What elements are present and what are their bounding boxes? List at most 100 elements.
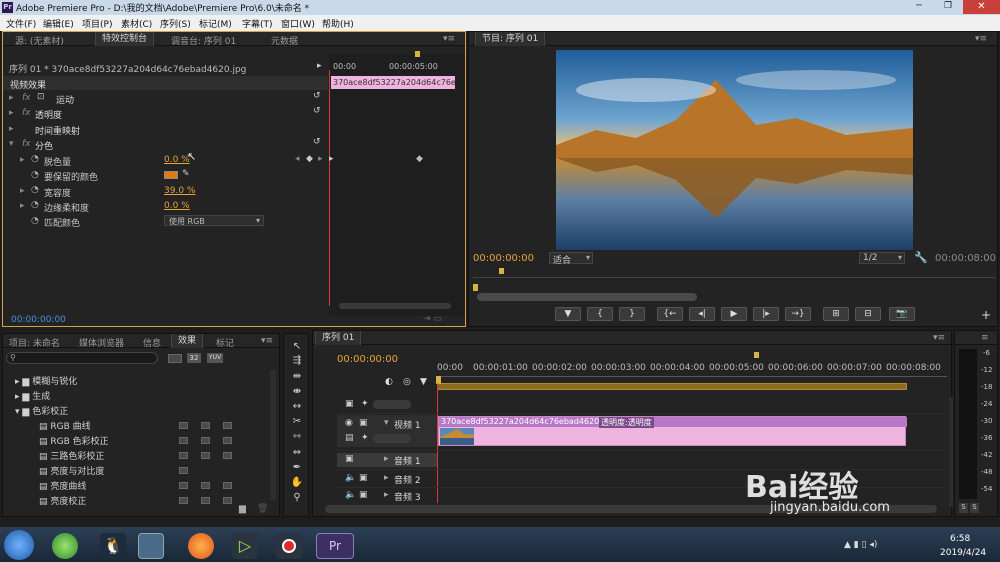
solo-left-button[interactable]: S xyxy=(959,503,968,513)
keyframe-icon[interactable]: ◆ xyxy=(416,154,423,164)
effect-opacity[interactable]: 透明度 xyxy=(35,108,62,121)
match-colors-dropdown[interactable]: 使用 RGB ▾ xyxy=(164,215,264,226)
menu-clip[interactable]: 素材(C) xyxy=(121,17,152,30)
expand-icon[interactable]: ▸ xyxy=(384,473,389,483)
expand-param-icon[interactable]: ▸ xyxy=(20,201,25,211)
sync-lock-icon[interactable]: ▣ xyxy=(345,399,354,409)
program-time-ruler[interactable] xyxy=(473,268,995,278)
reset-motion-icon[interactable]: ↺ xyxy=(313,91,321,101)
speaker-icon[interactable]: 🔈 xyxy=(345,490,356,500)
tab-metadata[interactable]: 元数据 xyxy=(271,34,298,47)
set-marker-icon[interactable]: ◎ xyxy=(403,377,411,387)
work-area-marker-icon[interactable] xyxy=(499,268,504,274)
expand-time-remap-icon[interactable]: ▸ xyxy=(9,124,14,134)
panel-menu-icon[interactable]: ▾≡ xyxy=(261,336,273,346)
folder-blur-sharpen[interactable]: ▸ ▆ 模糊与锐化 xyxy=(15,374,77,387)
fx-icon[interactable]: fx xyxy=(22,108,31,118)
expand-icon[interactable]: ▸ xyxy=(384,490,389,500)
panel-menu-icon[interactable]: ≡ xyxy=(981,333,989,343)
param-tolerance-value[interactable]: 39.0 % xyxy=(164,186,195,196)
premiere-taskbar-icon[interactable]: Pr xyxy=(316,533,354,559)
close-button[interactable]: ✕ xyxy=(963,0,1000,14)
expand-icon[interactable]: ▸ xyxy=(384,454,389,464)
work-area-bar[interactable] xyxy=(437,383,907,390)
tray-icons[interactable]: ▲ ▮ ▯ ◂) xyxy=(844,540,877,550)
accelerated-effects-icon[interactable] xyxy=(168,354,182,363)
delete-icon[interactable]: 🗑 xyxy=(257,504,268,514)
color-swatch[interactable] xyxy=(164,171,178,179)
playhead-marker-icon[interactable] xyxy=(473,284,478,291)
keyframe-icon[interactable]: ▸ xyxy=(329,154,334,164)
keyframe-nav[interactable] xyxy=(373,434,411,443)
effect-item[interactable]: ▤ RGB 色彩校正 xyxy=(39,434,109,447)
clock-time[interactable]: 6:58 xyxy=(950,534,970,544)
clip-fx-dropdown[interactable]: 透明度:透明度 xyxy=(599,417,654,428)
extract-button[interactable]: ⊟ xyxy=(855,307,881,321)
menu-project[interactable]: 项目(P) xyxy=(82,17,112,30)
timeline-ruler[interactable]: 00:00 00:00:01:00 00:00:02:00 00:00:03:0… xyxy=(437,361,947,377)
menu-marker[interactable]: 标记(M) xyxy=(199,17,232,30)
browser-360-icon[interactable] xyxy=(52,533,78,559)
menu-title[interactable]: 字幕(T) xyxy=(242,17,273,30)
add-keyframe-icon[interactable]: ◆ xyxy=(306,154,313,164)
effect-item[interactable]: ▤ RGB 曲线 xyxy=(39,419,91,432)
ripple-edit-tool-icon[interactable]: ⇹ xyxy=(289,371,305,384)
minimize-button[interactable]: ─ xyxy=(905,0,933,14)
lock-icon[interactable]: ▣ xyxy=(359,473,368,483)
eyedropper-icon[interactable]: ✎ xyxy=(182,169,190,179)
solo-right-button[interactable]: S xyxy=(970,503,979,513)
mark-out-button[interactable]: } xyxy=(619,307,645,321)
effect-item[interactable]: ▤ 亮度校正 xyxy=(39,494,86,507)
effects-scrollbar[interactable] xyxy=(270,370,276,500)
prev-keyframe-icon[interactable]: ◂ xyxy=(295,154,300,164)
mini-timeline-scrollbar[interactable] xyxy=(339,303,451,309)
lock-icon[interactable]: ▣ xyxy=(359,418,368,428)
tab-audio-mixer[interactable]: 调音台: 序列 01 xyxy=(171,34,236,47)
new-bin-icon[interactable]: ▆ xyxy=(239,504,246,514)
clock-date[interactable]: 2019/4/24 xyxy=(940,548,986,558)
tab-info[interactable]: 信息 xyxy=(143,336,161,349)
slip-tool-icon[interactable]: ⇿ xyxy=(289,431,305,444)
slide-tool-icon[interactable]: ⇔ xyxy=(289,447,305,460)
maximize-button[interactable]: ❐ xyxy=(934,0,962,14)
fx-icon[interactable]: fx xyxy=(22,93,31,103)
firefox-icon[interactable] xyxy=(188,533,214,559)
tab-effect-controls[interactable]: 特效控制台 xyxy=(95,32,155,46)
mini-playhead[interactable] xyxy=(329,70,330,306)
fit-dropdown[interactable]: 适合 ▾ xyxy=(549,252,593,266)
work-area-marker-icon[interactable] xyxy=(415,51,420,57)
effect-mini-timeline[interactable] xyxy=(329,54,465,316)
media-player-icon[interactable]: ▷ xyxy=(232,533,258,559)
stopwatch-icon[interactable]: ◔ xyxy=(31,185,39,195)
recorder-icon[interactable] xyxy=(276,533,302,559)
reset-leave-color-icon[interactable]: ↺ xyxy=(313,137,321,147)
target-icon[interactable]: ✦ xyxy=(361,399,369,409)
zoom-scrollbar[interactable] xyxy=(477,293,697,301)
pen-tool-icon[interactable]: ✒ xyxy=(289,462,305,475)
tab-media-browser[interactable]: 媒体浏览器 xyxy=(79,336,124,349)
step-back-button[interactable]: ◂| xyxy=(689,307,715,321)
expand-opacity-icon[interactable]: ▸ xyxy=(9,108,14,118)
selection-tool-icon[interactable]: ↖ xyxy=(289,341,305,354)
track-select-tool-icon[interactable]: ⇶ xyxy=(289,355,305,368)
tab-markers[interactable]: 标记 xyxy=(216,336,234,349)
tab-effects[interactable]: 效果 xyxy=(171,334,204,348)
work-area-marker-icon[interactable] xyxy=(754,352,759,358)
collapse-icon[interactable]: ▾ xyxy=(384,418,389,428)
tab-project[interactable]: 项目: 未命名 xyxy=(9,336,60,349)
keyframe-toggle-icon[interactable]: ✦ xyxy=(361,433,369,443)
hand-tool-icon[interactable]: ✋ xyxy=(289,477,305,490)
stopwatch-icon[interactable]: ◔ xyxy=(31,200,39,210)
display-style-icon[interactable]: ▤ xyxy=(345,433,354,443)
export-frame-button[interactable]: 📷 xyxy=(889,307,915,321)
mini-clip-bar[interactable]: 370ace8df53227a204d64c76ebad4620.jpg xyxy=(331,76,455,89)
wrench-icon[interactable]: 🔧 xyxy=(914,251,928,264)
effect-item[interactable]: ▤ 亮度曲线 xyxy=(39,479,86,492)
panel-menu-icon[interactable]: ▾≡ xyxy=(975,34,987,44)
keyframe-nav[interactable] xyxy=(373,400,411,409)
effect-time-remapping[interactable]: 时间重映射 xyxy=(35,124,80,137)
menu-sequence[interactable]: 序列(S) xyxy=(160,17,191,30)
tab-source[interactable]: 源: (无素材) xyxy=(15,34,64,47)
panel-menu-icon[interactable]: ▾≡ xyxy=(443,34,455,44)
play-clip-icon[interactable]: ▸ xyxy=(317,61,322,71)
